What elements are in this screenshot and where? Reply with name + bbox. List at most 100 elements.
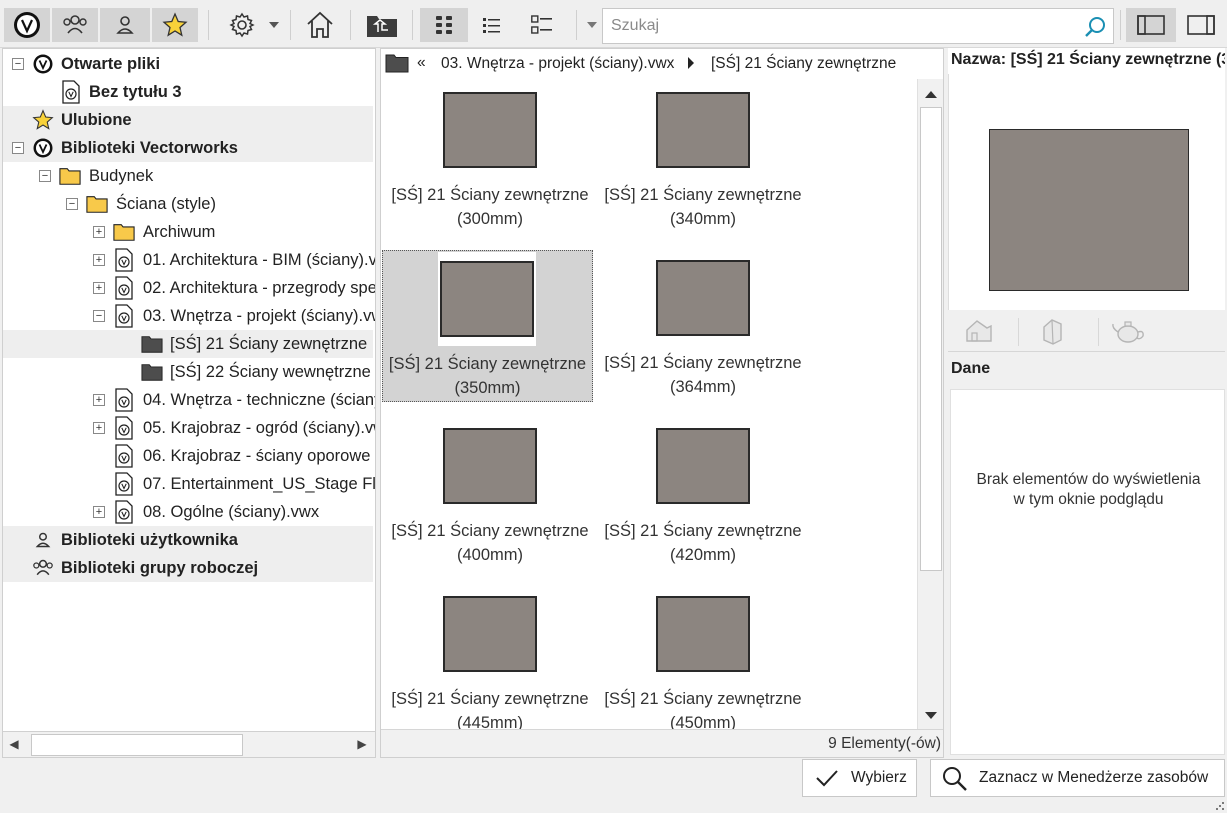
search-icon[interactable]	[1083, 15, 1107, 39]
wall-preview	[443, 596, 537, 672]
resource-item[interactable]: [SŚ] 21 Ściany zewnętrzne (364mm)	[597, 251, 809, 403]
tree-item-folder[interactable]: [SŚ] 22 Ściany wewnętrzne	[3, 358, 375, 386]
detail-view-button[interactable]	[520, 8, 564, 42]
resource-thumbnail	[441, 419, 539, 513]
breadcrumb-back-button[interactable]: «	[417, 54, 426, 72]
scrollbar-thumb[interactable]	[31, 734, 243, 756]
select-button[interactable]: Wybierz	[802, 759, 917, 797]
resource-thumbnail	[441, 83, 539, 177]
resource-item[interactable]: [SŚ] 21 Ściany zewnętrzne (340mm)	[597, 83, 809, 235]
vectorworks-file-icon	[113, 248, 135, 272]
gear-icon	[229, 12, 255, 38]
grid-view-button[interactable]	[420, 8, 468, 42]
magnifier-icon	[943, 767, 967, 791]
wall-preview	[440, 261, 534, 337]
vectorworks-file-icon	[113, 472, 135, 496]
search-options-dropdown[interactable]	[584, 8, 600, 42]
breadcrumb-separator-icon	[687, 56, 695, 75]
tree-item-workgroup-libraries[interactable]: Biblioteki grupy roboczej	[3, 554, 373, 582]
resource-item[interactable]: [SŚ] 21 Ściany zewnętrzne (420mm)	[597, 419, 809, 571]
expand-icon[interactable]: +	[93, 506, 105, 518]
tree-item-favorites[interactable]: Ulubione	[3, 106, 373, 134]
resource-caption: [SŚ] 21 Ściany zewnętrzne (445mm)	[391, 690, 589, 729]
teapot-render-icon[interactable]	[1110, 316, 1146, 346]
tree-item-file[interactable]: − 03. Wnętrza - projekt (ściany).vwx	[3, 302, 375, 330]
house-render-icon[interactable]	[964, 316, 994, 346]
settings-button[interactable]	[222, 8, 262, 42]
resource-item[interactable]: [SŚ] 21 Ściany zewnętrzne (450mm)	[597, 587, 809, 729]
tree-item-label: Ściana (style)	[116, 194, 216, 213]
tree-item-file[interactable]: + 05. Krajobraz - ogród (ściany).vwx	[3, 414, 375, 442]
expand-icon[interactable]: +	[93, 254, 105, 266]
user-icon	[32, 529, 54, 551]
right-pane-icon	[1187, 15, 1215, 35]
favorites-button[interactable]	[152, 8, 198, 42]
resource-thumbnail	[438, 252, 536, 346]
resource-item[interactable]: [SŚ] 21 Ściany zewnętrzne (300mm)	[384, 83, 596, 235]
tree-item-label: [SŚ] 21 Ściany zewnętrzne	[170, 334, 368, 353]
vectorworks-file-icon	[113, 500, 135, 524]
vertical-scrollbar[interactable]	[917, 79, 943, 729]
toggle-right-pane-button[interactable]	[1178, 8, 1224, 42]
tree-item-folder[interactable]: + Archiwum	[3, 218, 375, 246]
reveal-in-resource-manager-button[interactable]: Zaznacz w Menedżerze zasobów	[930, 759, 1225, 797]
expand-icon[interactable]: +	[93, 422, 105, 434]
tree-item-file[interactable]: + 04. Wnętrza - techniczne (ściany).vwx	[3, 386, 375, 414]
scrollbar-thumb[interactable]	[920, 107, 942, 571]
collapse-icon[interactable]: −	[39, 170, 51, 182]
toolbar	[0, 0, 1227, 48]
toggle-left-pane-button[interactable]	[1126, 8, 1176, 42]
tree-item-folder-selected[interactable]: [SŚ] 21 Ściany zewnętrzne	[3, 330, 373, 358]
wall-preview	[443, 92, 537, 168]
settings-dropdown-button[interactable]	[264, 8, 284, 42]
scroll-up-icon[interactable]	[924, 87, 938, 101]
resource-preview	[948, 74, 1225, 310]
tree-item-vectorworks-libraries[interactable]: − Biblioteki Vectorworks	[3, 134, 373, 162]
collapse-icon[interactable]: −	[93, 310, 105, 322]
list-view-button[interactable]	[472, 8, 512, 42]
expand-icon[interactable]: +	[93, 394, 105, 406]
breadcrumb-file[interactable]: 03. Wnętrza - projekt (ściany).vwx	[441, 55, 674, 73]
parent-folder-button[interactable]	[360, 8, 404, 42]
resource-item[interactable]: [SŚ] 21 Ściany zewnętrzne (400mm)	[384, 419, 596, 571]
resize-grip-icon[interactable]	[1215, 801, 1225, 811]
scroll-right-icon[interactable]: ▶	[355, 737, 369, 751]
expand-icon[interactable]: +	[93, 282, 105, 294]
tree-item-file[interactable]: + 08. Ogólne (ściany).vwx	[3, 498, 375, 526]
resource-item-selected[interactable]: [SŚ] 21 Ściany zewnętrzne (350mm)	[382, 250, 593, 402]
collapse-icon[interactable]: −	[12, 142, 24, 154]
home-button[interactable]	[298, 8, 342, 42]
solid-render-icon[interactable]	[1038, 316, 1068, 346]
tree-item-user-libraries[interactable]: Biblioteki użytkownika	[3, 526, 373, 554]
scroll-left-icon[interactable]: ◀	[7, 737, 21, 751]
resource-caption: [SŚ] 21 Ściany zewnętrzne (300mm)	[391, 186, 589, 228]
tree-item-file[interactable]: + 01. Architektura - BIM (ściany).vwx	[3, 246, 375, 274]
tree-item-untitled-file[interactable]: Bez tytułu 3	[3, 78, 375, 106]
breadcrumb-folder[interactable]: [SŚ] 21 Ściany zewnętrzne	[711, 55, 896, 73]
resource-item[interactable]: [SŚ] 21 Ściany zewnętrzne (445mm)	[384, 587, 596, 729]
vectorworks-file-icon	[113, 276, 135, 300]
user-libraries-button[interactable]	[100, 8, 150, 42]
tree-item-open-files[interactable]: − Otwarte pliki	[3, 50, 375, 78]
resource-caption: [SŚ] 21 Ściany zewnętrzne (350mm)	[388, 355, 587, 397]
detail-list-icon	[531, 15, 552, 34]
expand-icon[interactable]: +	[93, 226, 105, 238]
dark-folder-icon	[141, 361, 163, 383]
collapse-icon[interactable]: −	[12, 58, 24, 70]
dark-folder-icon	[141, 333, 163, 355]
tree-item-file[interactable]: 06. Krajobraz - ściany oporowe (ściany).…	[3, 442, 375, 470]
tree-item-file[interactable]: + 02. Architektura - przegrody specjalne…	[3, 274, 375, 302]
tree-item-folder[interactable]: − Budynek	[3, 162, 375, 190]
scroll-down-icon[interactable]	[924, 709, 938, 723]
search-input[interactable]	[603, 17, 1073, 35]
vectorworks-file-icon	[60, 80, 82, 104]
horizontal-scrollbar[interactable]: ◀ ▶	[3, 731, 375, 757]
collapse-icon[interactable]: −	[66, 198, 78, 210]
tree-item-file[interactable]: 07. Entertainment_US_Stage Floor (ściany…	[3, 470, 375, 498]
tree-item-folder[interactable]: − Ściana (style)	[3, 190, 375, 218]
vectorworks-libraries-button[interactable]	[4, 8, 50, 42]
workgroup-libraries-button[interactable]	[52, 8, 98, 42]
data-section: Brak elementów do wyświetlenia w tym okn…	[950, 389, 1225, 755]
tree-item-label: 02. Architektura - przegrody specjalne (…	[143, 278, 375, 297]
preview-panel: Nazwa: [SŚ] 21 Ściany zewnętrzne (350mm)…	[948, 48, 1225, 758]
